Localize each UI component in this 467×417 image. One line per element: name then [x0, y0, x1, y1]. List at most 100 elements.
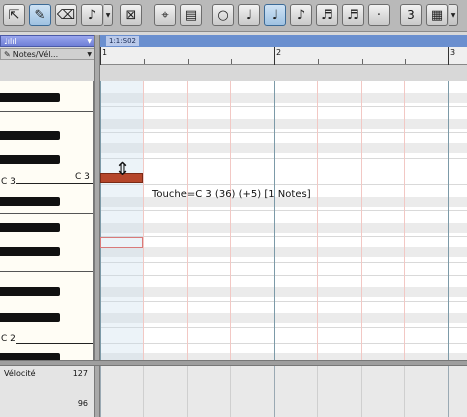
key-divider — [0, 213, 93, 214]
black-key[interactable] — [0, 247, 60, 256]
selected-beat-column — [100, 81, 143, 360]
row-line — [100, 343, 467, 344]
grid-row — [100, 353, 467, 360]
bar-mark — [100, 47, 101, 65]
position-readout: 1:1:S02 — [106, 36, 139, 46]
grid-row — [100, 247, 467, 257]
quarter-note-icon: ♩ — [271, 7, 279, 23]
whole-note-icon: ○ — [217, 7, 229, 23]
grid-row — [100, 223, 467, 233]
row-line — [100, 236, 467, 237]
eighth-note-icon: ♪ — [296, 7, 306, 23]
grid-icon: ▦ — [430, 7, 444, 23]
paint-tool-button[interactable]: ♪ — [81, 4, 103, 26]
velocity-beat-line — [361, 366, 362, 417]
row-line — [100, 262, 467, 263]
beat-line — [404, 81, 405, 360]
toolbar: ⇱ ✎ ⌫ ♪ ▼ ⊠ ⌖ ▤ ○ ♩ ♩ ♪ ♬ ♬ · 3 ▦ ▼ — [0, 0, 467, 32]
tuplet-value: 3 — [407, 8, 415, 22]
grid-row — [100, 313, 467, 323]
velocity-mid: 96 — [77, 399, 88, 408]
mute-tool-button[interactable]: ⊠ — [120, 4, 142, 26]
grid-row — [100, 287, 467, 297]
octave-label-c2: C 2 — [1, 334, 16, 344]
sixteenth-note-button[interactable]: ♬ — [316, 4, 338, 26]
bar-label: 2 — [276, 48, 282, 57]
grid-row — [100, 119, 467, 129]
dot-icon: · — [376, 7, 382, 23]
controller-selector[interactable]: ✎ Notes/Vél... ▼ — [0, 48, 96, 60]
position-bar[interactable]: 1:1:S02 — [100, 35, 467, 47]
erase-tool-button[interactable]: ⌫ — [55, 4, 77, 26]
half-note-button[interactable]: ♩ — [238, 4, 260, 26]
velocity-panel: Vélocité 127 96 — [0, 366, 94, 417]
paint-tool-dropdown[interactable]: ▼ — [104, 4, 113, 26]
row-line — [100, 210, 467, 211]
velocity-beat-line — [404, 366, 405, 417]
black-key[interactable] — [0, 93, 60, 102]
lane-selector-label: ♩ılıl — [4, 36, 17, 46]
beat-line — [230, 81, 231, 360]
grid-row — [100, 93, 467, 103]
quantize-icon: ⌖ — [161, 7, 169, 23]
pitch-row-label: C 3 — [75, 172, 90, 182]
row-line — [100, 275, 467, 276]
pencil-icon: ✎ — [34, 7, 46, 23]
note-grid[interactable]: ⇕ Touche=C 3 (36) (+5) [1 Notes] — [100, 81, 467, 360]
controller-selector-label: Notes/Vél... — [12, 49, 59, 59]
ruler-icon: ▤ — [184, 7, 198, 23]
quarter-note-button[interactable]: ♩ — [264, 4, 286, 26]
grid-tool-button[interactable]: ▤ — [180, 4, 202, 26]
key-divider — [0, 111, 93, 112]
beat-mark — [362, 59, 363, 64]
row-line — [100, 132, 467, 133]
beat-mark — [188, 59, 189, 64]
chevron-down-icon: ▼ — [87, 50, 92, 58]
whole-note-button[interactable]: ○ — [212, 4, 234, 26]
black-key[interactable] — [0, 313, 60, 322]
half-note-icon: ♩ — [245, 7, 253, 23]
piano-keyboard[interactable]: C 3 C 3 C 2 — [0, 81, 94, 360]
bar-mark — [448, 47, 449, 65]
bar-label: 3 — [450, 48, 456, 57]
bar-line — [274, 81, 275, 360]
arrow-select-icon: ⇱ — [8, 7, 20, 23]
black-key[interactable] — [0, 287, 60, 296]
velocity-max: 127 — [72, 369, 88, 378]
velocity-label: Vélocité — [4, 369, 36, 378]
dotted-button[interactable]: · — [368, 4, 390, 26]
row-line — [100, 106, 467, 107]
thirtysecond-note-button[interactable]: ♬ — [342, 4, 364, 26]
row-line — [100, 301, 467, 302]
timeline-ruler[interactable]: 1 2 3 — [100, 47, 467, 65]
bar-line — [448, 81, 449, 360]
beat-line — [187, 81, 188, 360]
beat-mark — [318, 59, 319, 64]
velocity-beat-line — [143, 366, 144, 417]
eraser-icon: ⌫ — [56, 7, 76, 23]
black-key[interactable] — [0, 223, 60, 232]
pencil-small-icon: ✎ — [4, 49, 11, 59]
beat-line — [143, 81, 144, 360]
grid-dropdown[interactable]: ▼ — [449, 4, 458, 26]
select-tool-button[interactable]: ⇱ — [3, 4, 25, 26]
thirtysecond-note-icon: ♬ — [347, 7, 359, 23]
black-key[interactable] — [0, 353, 60, 360]
tuplet-button[interactable]: 3 — [400, 4, 422, 26]
black-key[interactable] — [0, 197, 60, 206]
resize-vertical-cursor-icon: ⇕ — [115, 159, 131, 180]
velocity-beat-line — [230, 366, 231, 417]
lane-selector[interactable]: ♩ılıl ▼ — [0, 35, 96, 47]
quantize-tool-button[interactable]: ⌖ — [154, 4, 176, 26]
beat-line — [317, 81, 318, 360]
draw-tool-button[interactable]: ✎ — [29, 4, 51, 26]
row-line — [100, 158, 467, 159]
black-key[interactable] — [0, 131, 60, 140]
grid-button[interactable]: ▦ — [426, 4, 448, 26]
sixteenth-note-icon: ♬ — [321, 7, 333, 23]
velocity-lane[interactable] — [100, 366, 467, 417]
c-key-line — [16, 343, 93, 344]
black-key[interactable] — [0, 155, 60, 164]
note-tooltip: Touche=C 3 (36) (+5) [1 Notes] — [152, 189, 311, 200]
eighth-note-button[interactable]: ♪ — [290, 4, 312, 26]
